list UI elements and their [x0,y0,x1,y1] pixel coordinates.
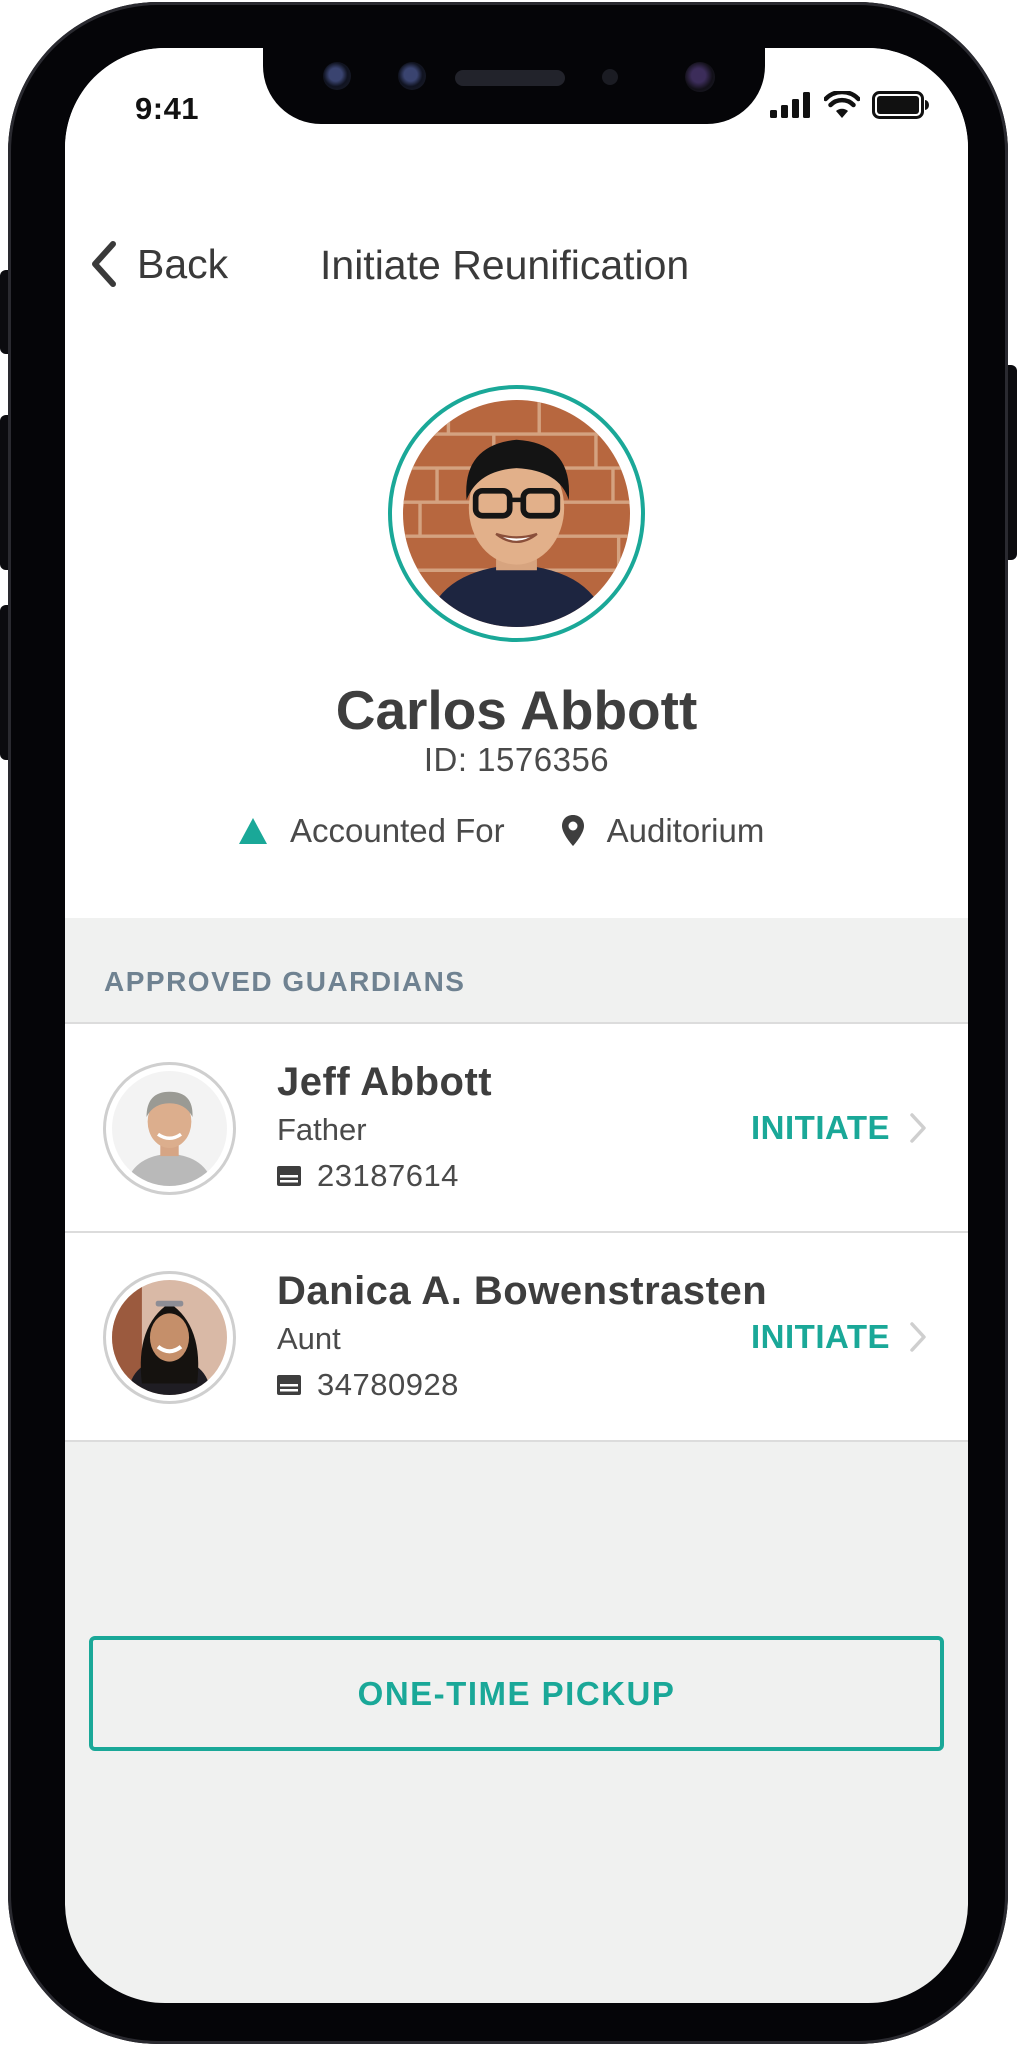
location-label: Auditorium [606,812,765,849]
front-camera [685,62,715,92]
guardian-name: Jeff Abbott [277,1060,493,1104]
back-label: Back [137,240,229,287]
one-time-pickup-button[interactable]: ONE-TIME PICKUP [89,1636,944,1751]
cellular-signal-icon [770,92,810,118]
guardian-id-number: 34780928 [317,1367,459,1402]
student-id: ID: 1576356 [423,741,610,778]
avatar [103,1062,236,1195]
student-avatar [388,385,645,642]
student-name: Carlos Abbott [335,679,698,741]
guardian-name: Danica A. Bowenstrasten [277,1269,768,1313]
student-status-row: Accounted For Auditorium [238,812,764,850]
guardian-id: 23187614 [277,1158,459,1194]
id-card-icon [277,1166,301,1186]
status-label: Accounted For [290,812,505,849]
device-notch [263,48,765,124]
guardian-photo [112,1280,227,1395]
back-button[interactable]: Back [85,238,228,290]
initiate-button[interactable]: INITIATE [751,1318,928,1356]
guardian-row[interactable]: Jeff Abbott Father 23187614 INITIATE [65,1022,968,1231]
battery-icon [872,91,929,119]
chevron-right-icon [910,1322,926,1352]
guardian-relation: Father [277,1112,367,1147]
chevron-right-icon [910,1113,926,1143]
avatar [103,1271,236,1404]
map-pin-icon [561,815,584,846]
guardian-row[interactable]: Danica A. Bowenstrasten Aunt 34780928 IN… [65,1231,968,1442]
section-header: APPROVED GUARDIANS [104,966,466,997]
camera-lens [323,62,351,90]
initiate-label: INITIATE [751,1318,891,1355]
id-card-icon [277,1375,301,1395]
earpiece-speaker [455,70,565,86]
status-icons [770,90,930,120]
app-screen: 9:41 Back Initiate Reunification Carlos … [65,48,968,2003]
initiate-button[interactable]: INITIATE [751,1109,928,1147]
initiate-label: INITIATE [751,1109,891,1146]
guardian-photo [112,1071,227,1186]
triangle-icon [239,818,267,844]
guardian-id: 34780928 [277,1367,459,1403]
guardian-id-number: 23187614 [317,1158,459,1193]
wifi-icon [824,91,860,118]
student-photo [403,400,630,627]
phone-frame: 9:41 Back Initiate Reunification Carlos … [8,2,1008,2044]
camera-lens [398,62,426,90]
chevron-left-icon [92,241,116,287]
status-time: 9:41 [135,91,200,126]
guardian-relation: Aunt [277,1321,341,1356]
page-title: Initiate Reunification [320,242,690,288]
proximity-sensor [602,69,618,85]
